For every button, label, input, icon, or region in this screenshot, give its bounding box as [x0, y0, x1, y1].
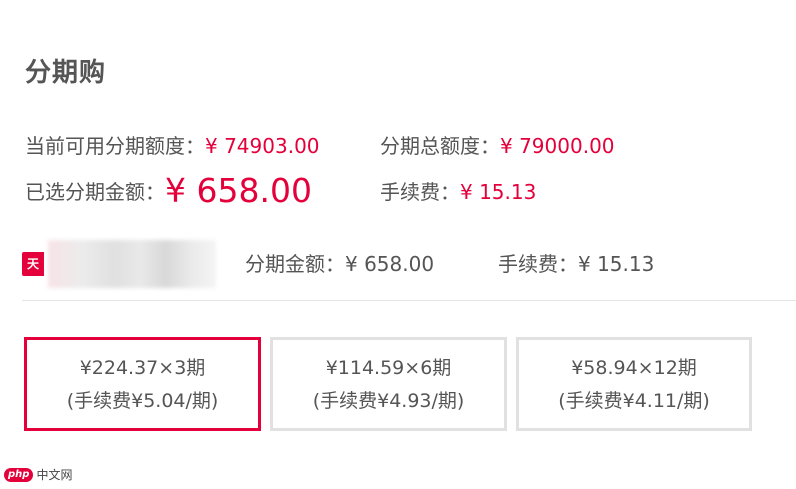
plan-option-12-months[interactable]: ¥58.94×12期 (手续费¥4.11/期) — [516, 337, 752, 431]
total-credit-label: 分期总额度： — [380, 134, 500, 158]
selected-amount-label: 已选分期金额： — [25, 180, 165, 204]
divider — [22, 300, 796, 301]
plan-fee: (手续费¥5.04/期) — [66, 390, 219, 412]
card-installment-amount: 分期金额：¥ 658.00 — [245, 252, 435, 276]
available-credit-value: ¥ 74903.00 — [205, 134, 320, 158]
plan-amount: ¥224.37×3期 — [79, 357, 206, 379]
selected-amount-value: ¥ 658.00 — [165, 171, 312, 210]
page-title: 分期购 — [25, 58, 107, 88]
plan-amount: ¥114.59×6期 — [325, 357, 452, 379]
card-info-strip: 天 分期金额：¥ 658.00 手续费：¥ 15.13 — [0, 240, 796, 290]
plan-amount: ¥58.94×12期 — [571, 357, 697, 379]
selected-amount-row: 已选分期金额：¥ 658.00 手续费：¥ 15.13 — [25, 168, 536, 210]
php-logo-icon: php — [4, 467, 34, 482]
plan-option-6-months[interactable]: ¥114.59×6期 (手续费¥4.93/期) — [270, 337, 507, 431]
plan-fee: (手续费¥4.93/期) — [312, 390, 465, 412]
tmall-badge-icon: 天 — [22, 252, 44, 276]
total-credit-group: 分期总额度：¥ 79000.00 — [380, 130, 615, 159]
watermark: php 中文网 — [4, 466, 72, 483]
fee-label: 手续费： — [380, 180, 460, 204]
available-credit-label: 当前可用分期额度： — [25, 134, 205, 158]
fee-group: 手续费：¥ 15.13 — [380, 176, 536, 205]
watermark-text: 中文网 — [36, 468, 73, 482]
card-fee: 手续费：¥ 15.13 — [498, 252, 655, 276]
plan-option-3-months[interactable]: ¥224.37×3期 (手续费¥5.04/期) — [24, 337, 261, 431]
total-credit-value: ¥ 79000.00 — [500, 134, 615, 158]
fee-value: ¥ 15.13 — [460, 180, 537, 204]
plan-fee: (手续费¥4.11/期) — [558, 390, 710, 412]
blurred-product-image — [48, 240, 216, 288]
credit-summary-row: 当前可用分期额度：¥ 74903.00 分期总额度：¥ 79000.00 — [25, 130, 615, 159]
